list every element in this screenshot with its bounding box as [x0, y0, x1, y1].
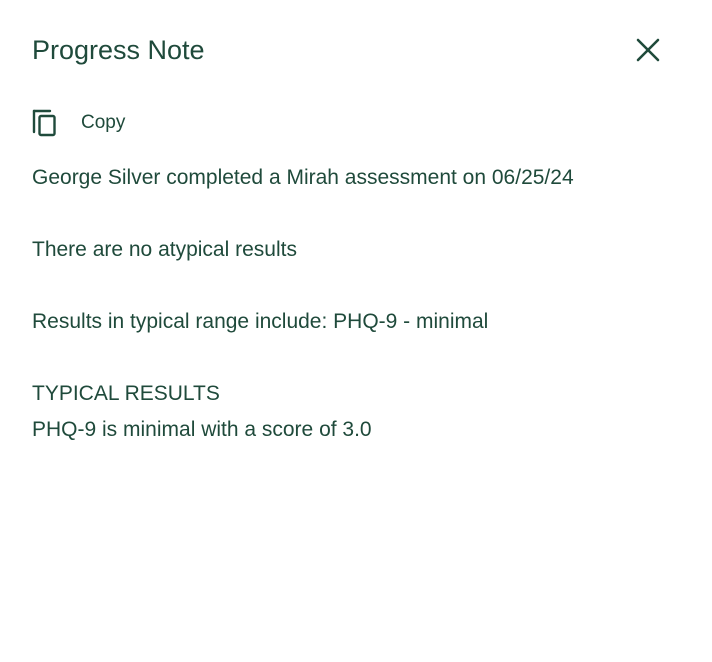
panel-title: Progress Note: [32, 35, 205, 65]
copy-label: Copy: [81, 112, 126, 133]
typical-results-heading: TYPICAL RESULTS: [32, 382, 220, 405]
close-icon: [636, 38, 660, 62]
panel-header: Progress Note: [32, 30, 680, 70]
note-phq9-result: PHQ-9 is minimal with a score of 3.0: [32, 418, 372, 441]
note-atypical: There are no atypical results: [32, 238, 297, 261]
note-body: George Silver completed a Mirah assessme…: [32, 160, 682, 448]
copy-icon: [32, 109, 56, 137]
progress-note-panel: Progress Note Copy George Silver complet…: [0, 0, 712, 662]
note-summary: George Silver completed a Mirah assessme…: [32, 166, 574, 189]
copy-button[interactable]: Copy: [32, 108, 125, 138]
note-typical-range: Results in typical range include: PHQ-9 …: [32, 310, 489, 333]
close-button[interactable]: [634, 36, 662, 64]
